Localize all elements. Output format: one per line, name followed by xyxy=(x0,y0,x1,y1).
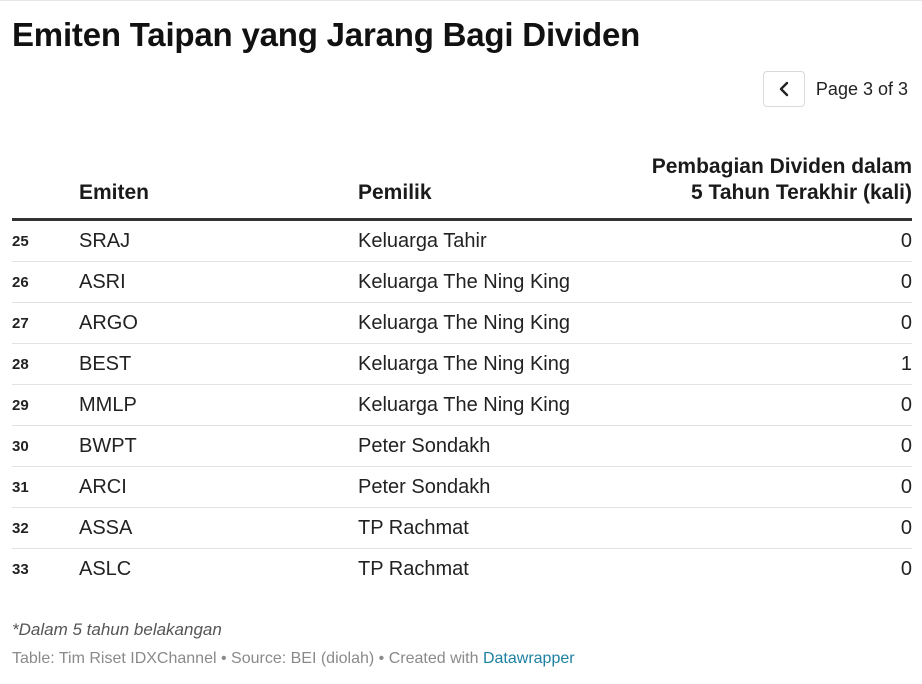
table-row: 33 ASLC TP Rachmat 0 xyxy=(12,549,912,589)
row-number: 26 xyxy=(12,274,29,291)
cell-dividen: 0 xyxy=(900,517,912,539)
cell-dividen: 0 xyxy=(900,312,912,334)
footnote: *Dalam 5 tahun belakangan xyxy=(12,620,222,639)
row-number: 29 xyxy=(12,397,29,414)
top-divider xyxy=(0,0,922,1)
page-indicator: Page 3 of 3 xyxy=(815,78,908,99)
table-row: 28 BEST Keluarga The Ning King 1 xyxy=(12,344,912,385)
source-footer: Table: Tim Riset IDXChannel • Source: BE… xyxy=(12,650,575,668)
row-number: 30 xyxy=(12,438,29,455)
cell-emiten: BEST xyxy=(79,353,132,375)
table-header: Emiten Pemilik Pembagian Dividen dalam 5… xyxy=(12,150,912,221)
datawrapper-link[interactable]: Datawrapper xyxy=(483,650,575,667)
cell-emiten: ASLC xyxy=(79,558,132,580)
cell-emiten: BWPT xyxy=(79,435,137,457)
cell-dividen: 0 xyxy=(900,230,912,252)
column-header-dividen-line-2: 5 Tahun Terakhir (kali) xyxy=(691,181,912,204)
table-row: 30 BWPT Peter Sondakh 0 xyxy=(12,426,912,467)
cell-emiten: ARGO xyxy=(79,312,138,334)
row-number: 33 xyxy=(12,561,29,578)
table-row: 25 SRAJ Keluarga Tahir 0 xyxy=(12,221,912,262)
cell-dividen: 0 xyxy=(900,476,912,498)
table-row: 32 ASSA TP Rachmat 0 xyxy=(12,508,912,549)
table-body: 25 SRAJ Keluarga Tahir 0 26 ASRI Keluarga The … xyxy=(12,221,912,589)
cell-emiten: ASRI xyxy=(79,271,126,293)
table-row: 26 ASRI Keluarga The Ning King 0 xyxy=(12,262,912,303)
table-row: 31 ARCI Peter Sondakh 0 xyxy=(12,467,912,508)
column-header-dividen[interactable]: Pembagian Dividen dalam 5 Tahun Terakhir… xyxy=(582,154,912,206)
cell-dividen: 0 xyxy=(900,558,912,580)
cell-dividen: 1 xyxy=(900,353,912,375)
cell-pemilik: TP Rachmat xyxy=(358,517,469,539)
source-text: Table: Tim Riset IDXChannel • Source: BE… xyxy=(12,650,483,667)
cell-pemilik: Peter Sondakh xyxy=(358,435,491,457)
cell-dividen: 0 xyxy=(900,394,912,416)
table-row: 29 MMLP Keluarga The Ning King 0 xyxy=(12,385,912,426)
cell-pemilik: Peter Sondakh xyxy=(358,476,491,498)
cell-pemilik: Keluarga The Ning King xyxy=(358,394,570,416)
cell-emiten: ASSA xyxy=(79,517,133,539)
column-header-pemilik[interactable]: Pemilik xyxy=(358,180,432,206)
table-row: 27 ARGO Keluarga The Ning King 0 xyxy=(12,303,912,344)
cell-pemilik: Keluarga The Ning King xyxy=(358,312,570,334)
row-number: 32 xyxy=(12,520,29,537)
page-title: Emiten Taipan yang Jarang Bagi Dividen xyxy=(12,16,641,53)
row-number: 27 xyxy=(12,315,29,332)
cell-dividen: 0 xyxy=(900,271,912,293)
row-number: 25 xyxy=(12,233,29,250)
pagination: Page 3 of 3 xyxy=(762,71,908,107)
cell-pemilik: Keluarga The Ning King xyxy=(358,353,570,375)
cell-pemilik: TP Rachmat xyxy=(358,558,469,580)
previous-page-button[interactable] xyxy=(762,71,805,107)
row-number: 31 xyxy=(12,479,29,496)
cell-emiten: ARCI xyxy=(79,476,127,498)
cell-emiten: MMLP xyxy=(79,394,137,416)
row-number: 28 xyxy=(12,356,29,373)
chevron-left-icon xyxy=(779,81,789,97)
cell-pemilik: Keluarga The Ning King xyxy=(358,271,570,293)
cell-pemilik: Keluarga Tahir xyxy=(358,230,487,252)
column-header-dividen-line-1: Pembagian Dividen dalam xyxy=(651,155,912,178)
cell-emiten: SRAJ xyxy=(79,230,131,252)
cell-dividen: 0 xyxy=(900,435,912,457)
column-header-emiten[interactable]: Emiten xyxy=(79,180,149,206)
